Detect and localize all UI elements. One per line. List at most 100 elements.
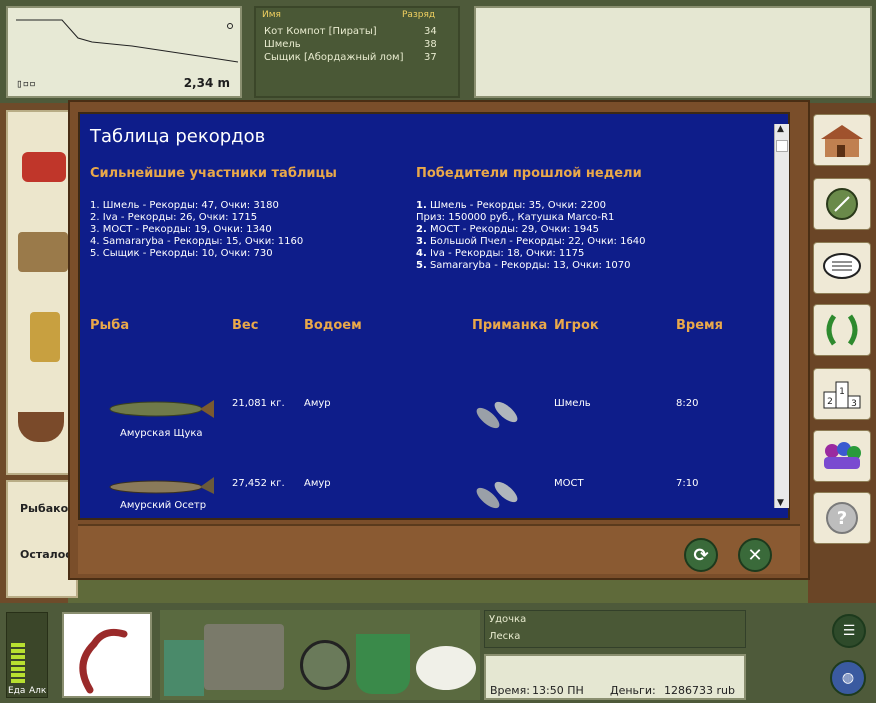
depth-profile-graph	[16, 19, 239, 63]
left-icons-strip	[6, 110, 72, 475]
compass-icon	[826, 188, 858, 220]
status-panel: Время: 13:50 ПН Деньги: 1286733 rub	[484, 654, 746, 700]
list-item: 5. Samararyba - Рекорды: 13, Очки: 1070	[416, 260, 631, 271]
player-name: Кот Компот [Пираты]	[264, 26, 377, 37]
menu-button[interactable]: ☰	[832, 614, 866, 648]
record-time: 8:20	[676, 398, 699, 409]
player-row[interactable]: Кот Компот [Пираты] 34	[264, 26, 454, 39]
laurel-icon	[826, 314, 858, 346]
col-water: Водоем	[304, 318, 362, 333]
chat-panel[interactable]	[474, 6, 872, 98]
map-button[interactable]	[813, 178, 871, 230]
top-participants-list: 1. Шмель - Рекорды: 47, Очки: 3180 2. Iv…	[90, 200, 400, 260]
refresh-icon: ⟳	[693, 544, 709, 566]
table-row[interactable]: Амурский Осетр 27,452 кг. Амур МОСТ 7:10	[80, 464, 770, 520]
weekly-winners-heading: Победители прошлой недели	[416, 166, 642, 181]
ratings-button[interactable]: 12 3	[813, 368, 871, 420]
fish-weight: 21,081 кг.	[232, 398, 285, 409]
player-rank: 34	[424, 26, 437, 37]
list-item: 2. Iva - Рекорды: 26, Очки: 1715	[90, 212, 258, 223]
bait-bowl-icon[interactable]	[18, 412, 64, 442]
players-list: Кот Компот [Пираты] 34 Шмель 38 Сыщик [А…	[264, 26, 454, 65]
top-participants-heading: Сильнейшие участники таблицы	[90, 166, 337, 181]
svg-text:1: 1	[839, 387, 845, 397]
close-icon: ✕	[747, 544, 763, 566]
svg-text:?: ?	[837, 508, 847, 529]
globe-button[interactable]: ◍	[830, 660, 866, 696]
col-weight: Вес	[232, 318, 259, 333]
battery-icon: ▯▫▫	[16, 77, 36, 90]
food-alcohol-meter: Еда Алк	[6, 612, 48, 698]
fish-bucket-icon[interactable]	[356, 634, 410, 694]
money-value: 1286733 rub	[664, 684, 735, 697]
close-button[interactable]: ✕	[738, 538, 772, 572]
list-item: 4. Samararyba - Рекорды: 15, Очки: 1160	[90, 236, 304, 247]
col-player: Игрок	[554, 318, 599, 333]
pike-fish-icon	[109, 400, 214, 418]
list-item: 3. МОСТ - Рекорды: 19, Очки: 1340	[90, 224, 272, 235]
food-label: Еда	[8, 686, 26, 696]
remaining-label: Осталос	[20, 548, 72, 561]
clans-button[interactable]	[813, 430, 871, 482]
record-player: МОСТ	[554, 478, 584, 489]
line-label[interactable]: Леска	[489, 631, 520, 642]
players-col-name: Имя	[262, 10, 281, 20]
player-name: Шмель	[264, 39, 301, 50]
chat-button[interactable]	[813, 242, 871, 294]
food-bar	[11, 643, 25, 683]
scroll-down-icon[interactable]: ▼	[777, 498, 784, 508]
player-rank: 38	[424, 39, 437, 50]
list-item: 5. Сыщик - Рекорды: 10, Очки: 730	[90, 248, 273, 259]
list-item: 1. Шмель - Рекорды: 47, Очки: 3180	[90, 200, 279, 211]
records-board: Таблица рекордов Сильнейшие участники та…	[78, 112, 790, 520]
worm-icon	[79, 628, 128, 694]
bait-pack-icon[interactable]	[164, 640, 204, 696]
scroll-thumb[interactable]	[776, 140, 788, 152]
achievements-button[interactable]	[813, 304, 871, 356]
table-row[interactable]: Амурская Щука 21,081 кг. Амур Шмель 8:20	[80, 384, 770, 448]
fish-book-icon[interactable]	[18, 232, 68, 272]
question-icon: ?	[826, 502, 858, 534]
tackle-box-icon[interactable]	[204, 624, 284, 690]
float-marker-icon	[227, 23, 233, 29]
player-row[interactable]: Сыщик [Абордажный лом] 37	[264, 52, 454, 65]
scroll-up-icon[interactable]: ▲	[777, 124, 784, 134]
speech-bubble-icon	[823, 253, 861, 279]
svg-text:3: 3	[851, 399, 857, 409]
time-value: 13:50 ПН	[532, 684, 584, 697]
house-icon	[821, 125, 863, 157]
fish-water: Амур	[304, 478, 331, 489]
fish-water: Амур	[304, 398, 331, 409]
depth-panel: ▯▫▫ 2,34 m	[6, 6, 242, 98]
inventory-tools	[160, 610, 480, 700]
list-item: 4. Iva - Рекорды: 18, Очки: 1175	[416, 248, 585, 259]
col-time: Время	[676, 318, 724, 333]
fish-name: Амурская Щука	[120, 428, 203, 439]
list-item: 2. МОСТ - Рекорды: 29, Очки: 1945	[416, 224, 599, 235]
lure-icon[interactable]	[22, 152, 66, 182]
food-plate-icon[interactable]	[416, 646, 476, 690]
refresh-button[interactable]: ⟳	[684, 538, 718, 572]
player-row[interactable]: Шмель 38	[264, 39, 454, 52]
player-name: Сыщик [Абордажный лом]	[264, 52, 404, 63]
player-rank: 37	[424, 52, 437, 63]
records-scrollbar[interactable]: ▲ ▼	[774, 124, 789, 508]
help-button[interactable]: ?	[813, 492, 871, 544]
weekly-winners-list: 1. Шмель - Рекорды: 35, Очки: 2200 Приз:…	[416, 200, 766, 272]
list-item: Приз: 150000 руб., Катушка Marco-R1	[416, 212, 615, 223]
home-button[interactable]	[813, 114, 871, 166]
current-bait-slot[interactable]	[62, 612, 152, 698]
podium-icon: 12 3	[823, 381, 861, 409]
trophy-icon[interactable]	[30, 312, 60, 362]
globe-icon: ◍	[841, 670, 855, 686]
records-title: Таблица рекордов	[90, 126, 266, 147]
clan-people-icon	[824, 442, 861, 469]
record-time: 7:10	[676, 478, 699, 489]
players-panel: Имя Разряд Кот Компот [Пираты] 34 Шмель …	[254, 6, 460, 98]
sturgeon-fish-icon	[109, 477, 214, 494]
compass-tool-icon[interactable]	[300, 640, 350, 690]
record-player: Шмель	[554, 398, 591, 409]
alcohol-label: Алк	[29, 686, 47, 696]
rod-label[interactable]: Удочка	[489, 614, 526, 625]
fish-weight: 27,452 кг.	[232, 478, 285, 489]
